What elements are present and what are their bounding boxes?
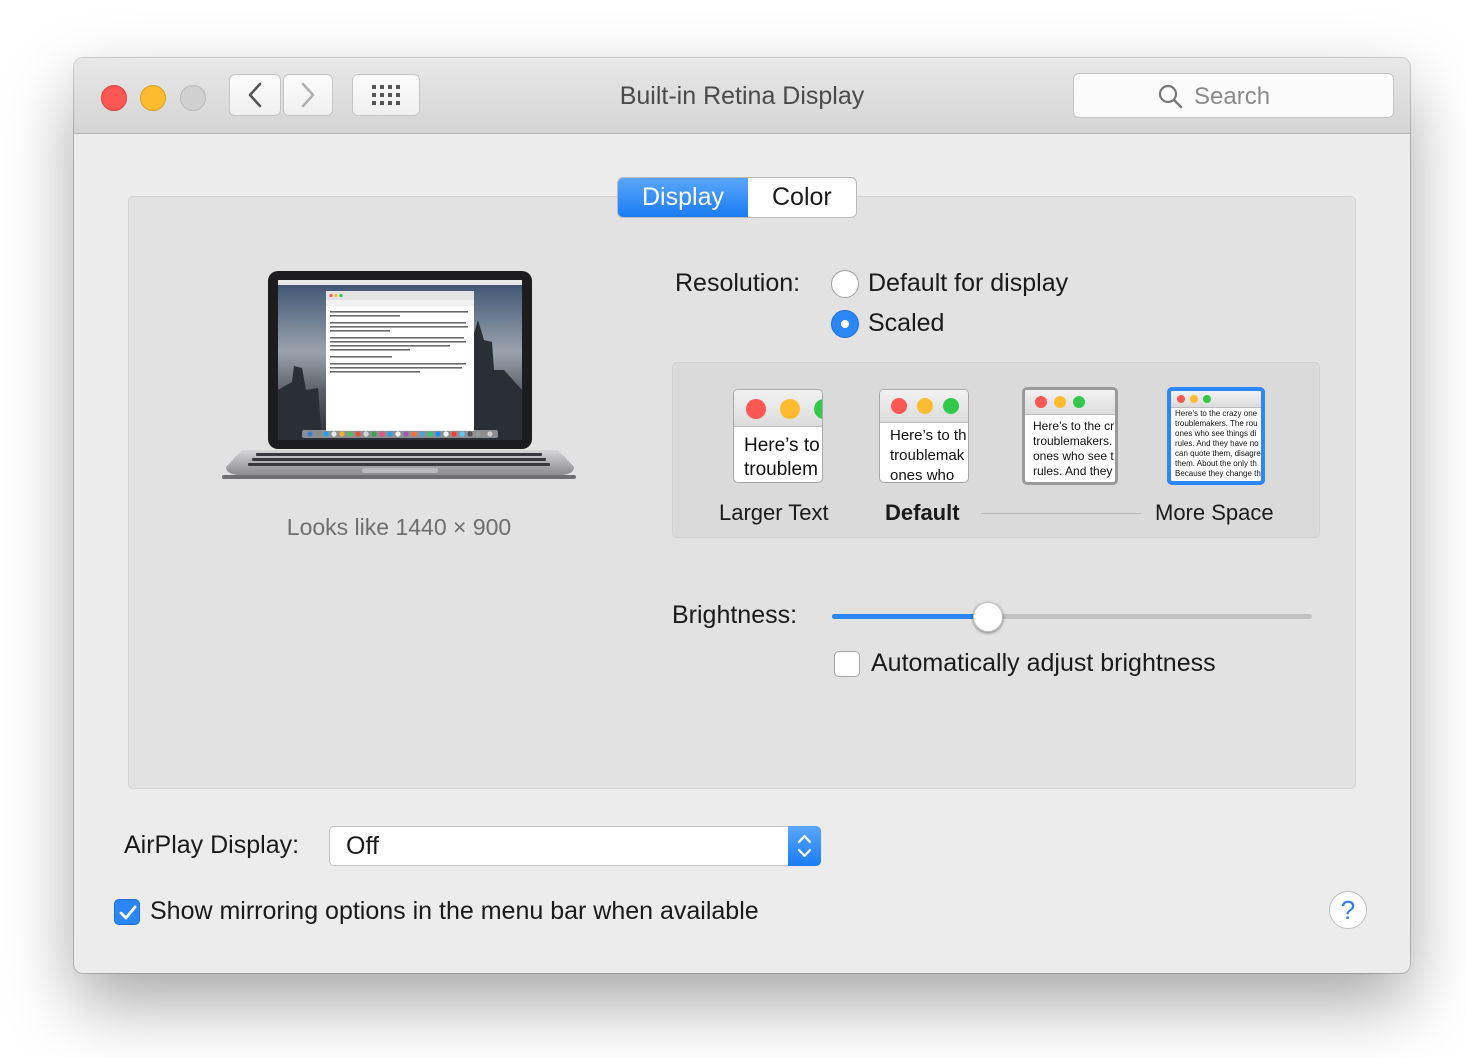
back-chevron-icon: [248, 82, 262, 108]
forward-chevron-icon: [301, 82, 315, 108]
thumb-text-line: troublemak: [890, 447, 965, 464]
airplay-select-value: Off: [346, 832, 379, 860]
updown-arrows-icon: [788, 826, 821, 866]
tab-display[interactable]: Display: [618, 178, 748, 217]
auto-brightness-checkbox[interactable]: [834, 651, 860, 677]
show-mirroring-checkbox[interactable]: [114, 899, 140, 925]
close-button[interactable]: [101, 85, 127, 111]
default-for-display-radio[interactable]: [831, 270, 859, 298]
help-icon: ?: [1340, 895, 1356, 925]
thumb-text-line: can quote them, disagre: [1175, 449, 1261, 458]
scaled-label: Scaled: [868, 309, 945, 337]
airplay-label: AirPlay Display:: [124, 831, 300, 859]
larger-text-label: Larger Text: [719, 500, 829, 525]
minimize-button[interactable]: [140, 85, 166, 111]
show-all-button[interactable]: [352, 74, 420, 116]
thumb-text-line: Here’s to: [744, 435, 820, 456]
checkmark-icon: [119, 905, 137, 920]
thumb-text-line: ones who see t: [1033, 449, 1114, 463]
thumb-text-line: Here’s to the cr: [1033, 419, 1115, 433]
airplay-select[interactable]: Off: [329, 826, 821, 866]
preferences-window: Built-in Retina Display Search Display C…: [74, 58, 1410, 973]
thumb-text-line: ones who see things di: [1175, 429, 1257, 438]
thumb-text-line: rules. And they have no: [1175, 439, 1259, 448]
scale-option-default[interactable]: Here’s to th troublemak ones who: [879, 389, 969, 483]
thumb-text-line: troublem: [744, 459, 818, 480]
forward-button[interactable]: [283, 74, 333, 116]
thumb-text-line: troublemakers.: [1033, 434, 1113, 448]
search-field[interactable]: Search: [1073, 73, 1394, 118]
default-label: Default: [885, 500, 960, 525]
scale-divider: [981, 513, 1141, 514]
thumb-text-line: Because they change th: [1175, 469, 1261, 478]
tab-color[interactable]: Color: [748, 178, 856, 217]
resolution-label: Resolution:: [675, 269, 801, 297]
scaled-radio[interactable]: [831, 310, 859, 338]
looks-like-label: Looks like 1440 × 900: [286, 514, 512, 540]
more-space-label: More Space: [1155, 500, 1274, 525]
thumb-text-line: Here’s to th: [890, 427, 967, 444]
show-mirroring-label: Show mirroring options in the menu bar w…: [150, 897, 759, 925]
laptop-preview-image: [222, 271, 576, 479]
thumb-text-line: troublemakers. The rou: [1175, 419, 1258, 428]
search-icon: [1158, 84, 1183, 109]
help-button[interactable]: ?: [1329, 891, 1367, 929]
thumb-text-line: them. About the only th: [1175, 459, 1257, 468]
scale-option-3[interactable]: Here’s to the cr troublemakers. ones who…: [1022, 387, 1118, 485]
scaled-options-box: Here’s to troublem Here’s to th troublem…: [672, 362, 1320, 538]
window-title: Built-in Retina Display: [619, 82, 865, 110]
tab-bar: Display Color: [617, 177, 857, 218]
thumb-text-line: ones who: [890, 467, 955, 483]
slider-knob[interactable]: [973, 602, 1003, 632]
auto-brightness-label: Automatically adjust brightness: [871, 649, 1216, 677]
search-placeholder: Search: [1194, 83, 1271, 110]
scale-option-more-space[interactable]: Here’s to the crazy one troublemakers. T…: [1167, 387, 1265, 485]
title-bar: Built-in Retina Display Search: [74, 58, 1410, 134]
scale-option-larger-text[interactable]: Here’s to troublem: [733, 389, 823, 483]
thumb-text-line: Here’s to the crazy one: [1175, 409, 1258, 418]
default-for-display-label: Default for display: [868, 269, 1069, 297]
zoom-button[interactable]: [180, 85, 206, 111]
brightness-label: Brightness:: [672, 601, 798, 629]
back-button[interactable]: [229, 74, 281, 116]
thumb-text-line: rules. And they: [1033, 464, 1113, 478]
grid-icon: [372, 85, 400, 105]
slider-fill: [832, 614, 988, 619]
